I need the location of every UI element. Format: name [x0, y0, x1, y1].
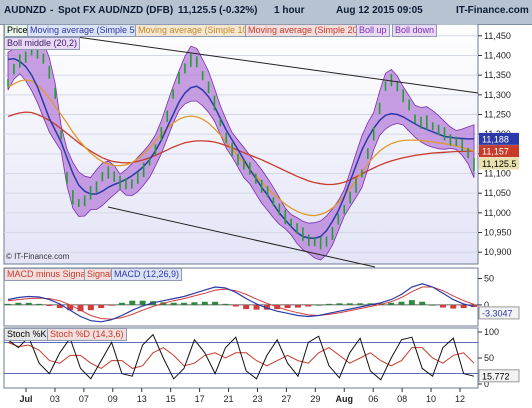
macd-hist-bar [108, 304, 115, 306]
macd-hist-bar [129, 300, 136, 305]
x-tick-label: 07 [79, 394, 89, 404]
x-tick-label: 09 [108, 394, 118, 404]
price-markers: 11,188 11,157 11,125.5 [479, 132, 519, 170]
macd-hist-bar [305, 304, 312, 307]
y-tick-label: 11,400 [484, 50, 511, 60]
macd-hist-bar [36, 303, 43, 305]
macd-hist-bar [201, 301, 208, 305]
datetime-label: Aug 12 2015 09:05 [336, 5, 423, 16]
price-marker-label: 11,188 [482, 134, 509, 144]
macd-hist-bar [87, 304, 94, 311]
legend-ma100: Moving average (Simple 100) [135, 24, 259, 37]
macd-hist-bar [284, 304, 291, 309]
macd-hist-bar [118, 302, 125, 305]
macd-hist-bar [139, 300, 146, 305]
y-tick-label: 11,350 [484, 70, 511, 80]
macd-marker-label: -3.3047 [482, 308, 513, 318]
macd-hist-bar [408, 300, 415, 305]
y-tick-label: 11,100 [484, 169, 511, 179]
y-tick-label: 10,900 [484, 247, 512, 257]
y-tick-label: 11,250 [484, 109, 511, 119]
macd-hist-bar [98, 304, 105, 309]
x-tick-label: 06 [368, 394, 378, 404]
macd-hist-bar [336, 303, 343, 305]
macd-hist-bar [388, 302, 395, 305]
legend-boll-middle: Boll middle (20,2) [4, 37, 81, 50]
macd-hist-bar [460, 304, 467, 309]
macd-hist-bar [439, 304, 446, 308]
legend-boll-up: Boll up [356, 24, 390, 37]
y-tick-label: 11,450 [484, 31, 511, 41]
x-tick-label: 27 [281, 394, 291, 404]
y-tick-label: 11,300 [484, 90, 511, 100]
macd-hist-bar [25, 302, 32, 305]
macd-hist-bar [15, 302, 22, 305]
chart-window: AUDNZD - Spot FX AUD/NZD (DFB) 11,125.5 … [0, 0, 532, 408]
x-tick-label: 15 [166, 394, 176, 404]
macd-hist-bar [212, 301, 219, 305]
macd-hist-bar [222, 303, 229, 305]
instrument-label: Spot FX AUD/NZD (DFB) [58, 5, 174, 16]
title-bar: AUDNZD - Spot FX AUD/NZD (DFB) 11,125.5 … [0, 0, 532, 25]
macd-hist-bar [398, 301, 405, 305]
x-tick-label: Jul [19, 394, 32, 404]
macd-hist-bar [243, 304, 250, 310]
macd-hist-bar [450, 304, 457, 309]
macd-hist-bar [181, 302, 188, 305]
x-tick-label: 08 [397, 394, 407, 404]
macd-hist-bar [253, 304, 260, 310]
x-tick-label: 23 [252, 394, 262, 404]
price-marker-label: 11,125.5 [482, 159, 516, 169]
stoch-y-axis: 10050015.772 [478, 327, 520, 389]
x-tick-label: 13 [137, 394, 147, 404]
stoch-marker-label: 15.772 [482, 371, 510, 381]
x-tick-label: 03 [50, 394, 60, 404]
x-axis: Jul 03 07 09 13 15 17 21 23 27 29 Aug 06 08 10 12 [19, 388, 465, 404]
macd-hist-bar [357, 303, 364, 305]
y-tick-label: 100 [484, 327, 499, 337]
macd-hist-bar [5, 303, 11, 305]
macd-hist-bar [46, 304, 53, 306]
macd-hist-bar [429, 304, 436, 306]
legend-ma50: Moving average (Simple 50) [27, 24, 146, 37]
price-change-label: 11,125.5 (-0.32%) [178, 5, 258, 16]
y-tick-label: 11,050 [484, 188, 511, 198]
legend-ma200: Moving average (Simple 200) [245, 24, 369, 37]
macd-hist-bar [170, 302, 177, 305]
x-tick-label: 29 [310, 394, 320, 404]
macd-hist-bar [315, 304, 322, 306]
legend-boll-down: Boll down [392, 24, 438, 37]
y-tick-label: 11,000 [484, 208, 511, 218]
legend-macd-hist: MACD minus Signal [4, 268, 91, 281]
symbol-label: AUDNZD [4, 5, 47, 16]
y-tick-label: 10,950 [484, 228, 512, 238]
chart-svg: 11,45011,40011,35011,30011,25011,20011,1… [3, 24, 520, 404]
x-tick-label: 12 [455, 394, 465, 404]
macd-hist-bar [326, 303, 333, 305]
legend-macd: MACD (12,26,9) [111, 268, 183, 281]
legend-stoch-d: Stoch %D (14,3,6) [47, 328, 127, 341]
x-tick-label: 21 [224, 394, 234, 404]
legend-stoch-k: Stoch %K [4, 328, 50, 341]
macd-y-axis: 500-3.3047 [478, 274, 520, 320]
copyright-label: © IT-Finance.com [6, 252, 70, 261]
macd-hist-bar [191, 302, 198, 305]
macd-hist-bar [419, 301, 426, 305]
macd-hist-bar [346, 303, 353, 305]
price-marker-label: 11,157 [482, 147, 509, 157]
macd-hist-bar [294, 304, 301, 308]
y-tick-label: 50 [484, 353, 494, 363]
x-tick-label: 10 [426, 394, 436, 404]
x-tick-label: 17 [195, 394, 205, 404]
y-tick-label: 50 [484, 274, 494, 284]
macd-hist-bar [232, 304, 239, 307]
x-tick-label: Aug [336, 394, 354, 404]
timeframe-label: 1 hour [274, 5, 305, 16]
source-label: IT-Finance.com [456, 5, 529, 16]
